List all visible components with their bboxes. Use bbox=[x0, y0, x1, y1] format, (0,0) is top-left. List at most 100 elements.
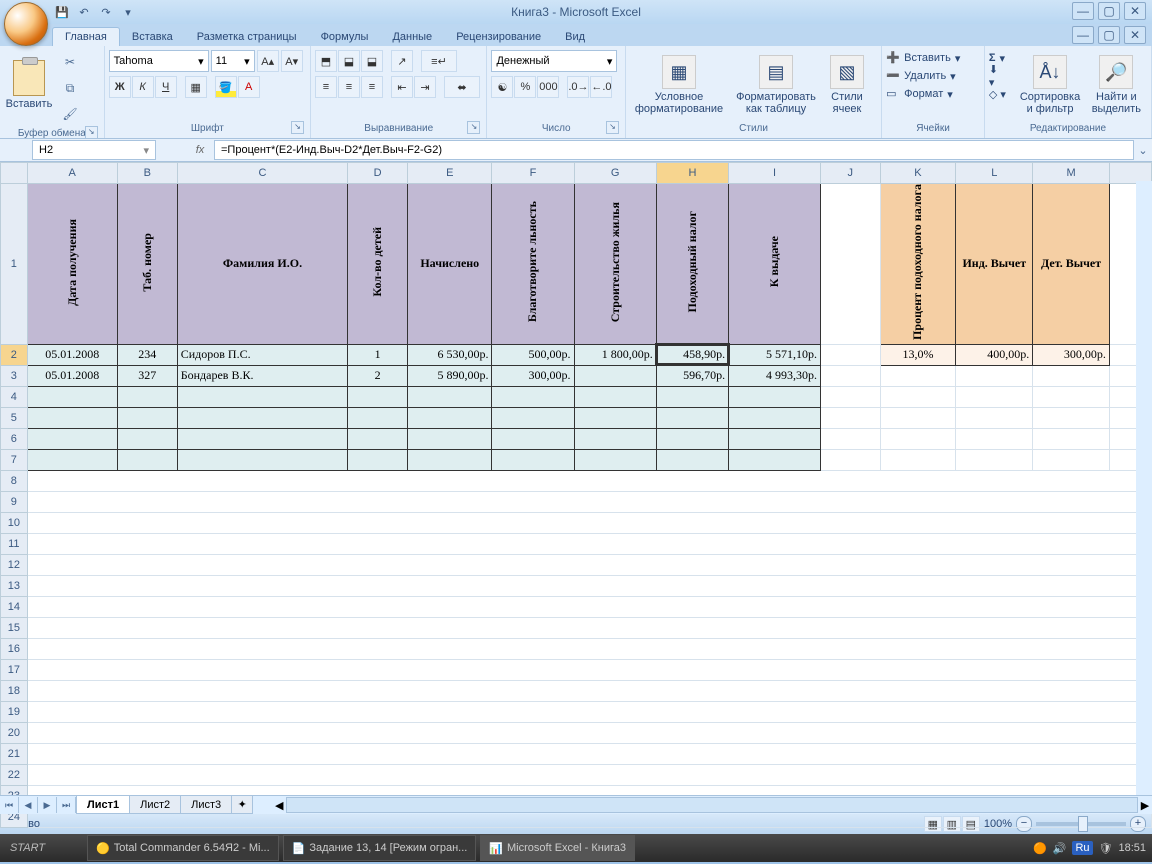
cell-J1[interactable] bbox=[821, 184, 880, 345]
align-bottom-button[interactable]: ⬓ bbox=[361, 50, 383, 72]
taskbar-item-1[interactable]: 🟡 Total Commander 6.54Я2 - Mi... bbox=[87, 835, 279, 861]
row-header-22[interactable]: 22 bbox=[1, 764, 28, 785]
row-header-13[interactable]: 13 bbox=[1, 575, 28, 596]
cell-H3[interactable]: 596,70р. bbox=[656, 365, 728, 386]
office-button[interactable] bbox=[4, 2, 48, 46]
start-button[interactable]: START bbox=[0, 842, 55, 854]
col-header-K[interactable]: K bbox=[880, 163, 956, 184]
cell-L2[interactable]: 400,00р. bbox=[956, 344, 1033, 365]
shrink-font-button[interactable]: A▾ bbox=[281, 50, 303, 72]
italic-button[interactable]: К bbox=[132, 76, 154, 98]
tab-formulas[interactable]: Формулы bbox=[309, 28, 381, 46]
col-header-I[interactable]: I bbox=[729, 163, 821, 184]
row-header-15[interactable]: 15 bbox=[1, 617, 28, 638]
fill-color-button[interactable]: 🪣 bbox=[215, 76, 237, 98]
workbook-restore-button[interactable]: ▢ bbox=[1098, 26, 1120, 44]
next-sheet-button[interactable]: ▶ bbox=[38, 797, 57, 813]
orientation-button[interactable]: ↗ bbox=[391, 50, 413, 72]
col-header-L[interactable]: L bbox=[956, 163, 1033, 184]
tab-review[interactable]: Рецензирование bbox=[444, 28, 553, 46]
close-button[interactable]: ✕ bbox=[1124, 2, 1146, 20]
zoom-slider[interactable] bbox=[1036, 822, 1126, 826]
col-header-A[interactable]: A bbox=[27, 163, 117, 184]
conditional-formatting-button[interactable]: ▦Условное форматирование bbox=[630, 50, 728, 120]
row-header-20[interactable]: 20 bbox=[1, 722, 28, 743]
cell-M2[interactable]: 300,00р. bbox=[1033, 344, 1110, 365]
name-box[interactable]: H2▾ bbox=[32, 140, 156, 160]
cell-I1[interactable]: К выдаче bbox=[729, 184, 821, 345]
paste-button[interactable]: Вставить bbox=[4, 50, 54, 120]
row-header-16[interactable]: 16 bbox=[1, 638, 28, 659]
cell-D3[interactable]: 2 bbox=[348, 365, 408, 386]
increase-decimal-button[interactable]: .0→ bbox=[567, 76, 589, 98]
cell-G1[interactable]: Строительство жилья bbox=[574, 184, 656, 345]
prev-sheet-button[interactable]: ◀ bbox=[19, 797, 38, 813]
row-header-1[interactable]: 1 bbox=[1, 184, 28, 345]
format-as-table-button[interactable]: ▤Форматировать как таблицу bbox=[732, 50, 820, 120]
formula-input[interactable]: =Процент*(E2-Инд.Выч-D2*Дет.Выч-F2-G2) bbox=[214, 140, 1134, 160]
row-header-21[interactable]: 21 bbox=[1, 743, 28, 764]
row-header-19[interactable]: 19 bbox=[1, 701, 28, 722]
row-header-4[interactable]: 4 bbox=[1, 386, 28, 407]
cell-styles-button[interactable]: ▧Стили ячеек bbox=[824, 50, 870, 120]
row-header-9[interactable]: 9 bbox=[1, 491, 28, 512]
row-header-3[interactable]: 3 bbox=[1, 365, 28, 386]
tab-home[interactable]: Главная bbox=[52, 27, 120, 46]
accounting-format-button[interactable]: ☯ bbox=[491, 76, 513, 98]
font-name-combo[interactable]: Tahoma▾ bbox=[109, 50, 209, 72]
dialog-launcher-icon[interactable]: ↘ bbox=[85, 126, 98, 139]
fill-button[interactable]: ⬇ ▾ bbox=[989, 68, 1015, 84]
row-header-8[interactable]: 8 bbox=[1, 470, 28, 491]
taskbar-item-3[interactable]: 📊 Microsoft Excel - Книга3 bbox=[480, 835, 635, 861]
cell-B3[interactable]: 327 bbox=[117, 365, 177, 386]
cell-B1[interactable]: Таб. номер bbox=[117, 184, 177, 345]
redo-button[interactable]: ↷ bbox=[98, 4, 114, 20]
insert-cells-button[interactable]: ➕Вставить ▾ bbox=[886, 50, 968, 66]
clock[interactable]: 18:51 bbox=[1118, 842, 1146, 854]
grow-font-button[interactable]: A▴ bbox=[257, 50, 279, 72]
new-sheet-button[interactable]: ✦ bbox=[231, 796, 253, 814]
col-header-M[interactable]: M bbox=[1033, 163, 1110, 184]
bold-button[interactable]: Ж bbox=[109, 76, 131, 98]
expand-formula-bar-icon[interactable]: ⌄ bbox=[1134, 144, 1152, 157]
copy-button[interactable]: ⧉ bbox=[58, 76, 82, 100]
align-middle-button[interactable]: ⬓ bbox=[338, 50, 360, 72]
col-header-E[interactable]: E bbox=[408, 163, 492, 184]
increase-indent-button[interactable]: ⇥ bbox=[414, 76, 436, 98]
qat-customize-icon[interactable]: ▾ bbox=[120, 4, 136, 20]
underline-button[interactable]: Ч bbox=[155, 76, 177, 98]
cell-C2[interactable]: Сидоров П.С. bbox=[177, 344, 348, 365]
tab-insert[interactable]: Вставка bbox=[120, 28, 185, 46]
dialog-launcher-icon[interactable]: ↘ bbox=[291, 121, 304, 134]
cell-A2[interactable]: 05.01.2008 bbox=[27, 344, 117, 365]
format-cells-button[interactable]: ▭Формат ▾ bbox=[886, 86, 961, 102]
cell-K1[interactable]: Процент подоходного налога bbox=[880, 184, 956, 345]
undo-button[interactable]: ↶ bbox=[76, 4, 92, 20]
cell-H2-active[interactable]: 458,90р. bbox=[656, 344, 728, 365]
cell-F1[interactable]: Благотворите льность bbox=[492, 184, 574, 345]
dialog-launcher-icon[interactable]: ↘ bbox=[606, 121, 619, 134]
row-header-11[interactable]: 11 bbox=[1, 533, 28, 554]
cell-H1[interactable]: Подоходный налог bbox=[656, 184, 728, 345]
align-left-button[interactable]: ≡ bbox=[315, 76, 337, 98]
decrease-indent-button[interactable]: ⇤ bbox=[391, 76, 413, 98]
find-select-button[interactable]: 🔎Найти и выделить bbox=[1086, 50, 1147, 120]
col-header-G[interactable]: G bbox=[574, 163, 656, 184]
cell-G3[interactable] bbox=[574, 365, 656, 386]
worksheet-grid[interactable]: A B C D E F G H I J K L M 1 Дата получен… bbox=[0, 162, 1152, 814]
font-size-combo[interactable]: 11▾ bbox=[211, 50, 255, 72]
horizontal-scrollbar[interactable]: ◀ ▶ bbox=[272, 797, 1152, 813]
tray-icon[interactable]: 🟠 bbox=[1033, 842, 1047, 855]
sort-filter-button[interactable]: Å↓Сортировка и фильтр bbox=[1018, 50, 1081, 120]
language-indicator[interactable]: Ru bbox=[1072, 841, 1092, 855]
cell-F3[interactable]: 300,00р. bbox=[492, 365, 574, 386]
col-header-B[interactable]: B bbox=[117, 163, 177, 184]
wrap-text-button[interactable]: ≡↵ bbox=[421, 50, 457, 72]
row-header-18[interactable]: 18 bbox=[1, 680, 28, 701]
row-header-6[interactable]: 6 bbox=[1, 428, 28, 449]
align-top-button[interactable]: ⬒ bbox=[315, 50, 337, 72]
cell-E3[interactable]: 5 890,00р. bbox=[408, 365, 492, 386]
cell-L1[interactable]: Инд. Вычет bbox=[956, 184, 1033, 345]
tab-view[interactable]: Вид bbox=[553, 28, 597, 46]
last-sheet-button[interactable]: ⏭ bbox=[57, 797, 76, 813]
